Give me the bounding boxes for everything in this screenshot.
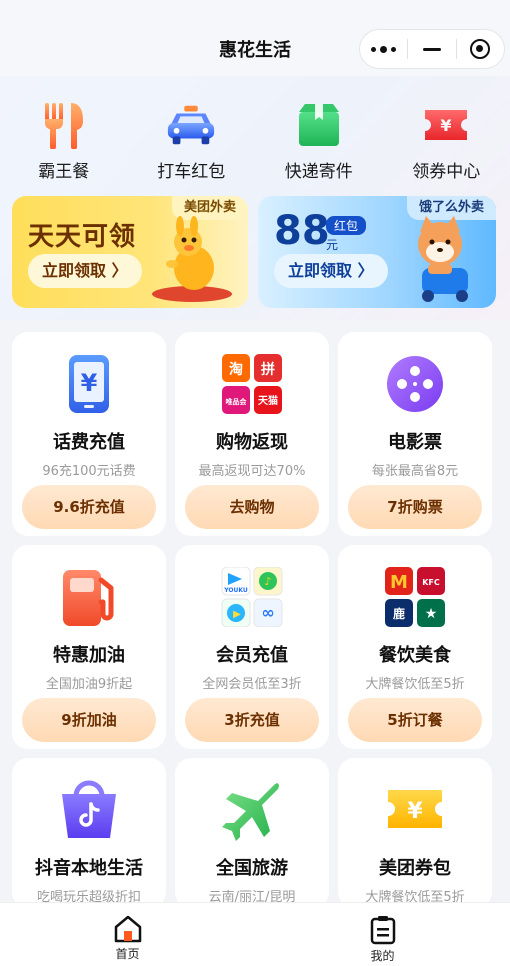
- close-target-icon: [470, 39, 491, 59]
- video-apps-icon: YOUKU ♪ ▶ ∞: [220, 565, 284, 629]
- tencentvideo-text: ▶: [233, 609, 241, 620]
- taobao-text: 淘: [229, 361, 243, 378]
- quick-item-coupon[interactable]: ¥ 领券中心: [383, 100, 510, 190]
- card-meituan-coupons[interactable]: ¥ 美团券包 大牌餐饮低至5折: [338, 758, 492, 908]
- quick-item-taxi[interactable]: 打车红包: [128, 100, 256, 190]
- taxi-icon: [165, 100, 217, 150]
- qqmusic-text: ♪: [264, 575, 271, 588]
- quick-entries: 霸王餐 打车红包 快递寄件 ¥ 领券中心: [0, 100, 510, 190]
- card-title: 美团券包: [379, 858, 451, 879]
- quick-label: 快递寄件: [284, 162, 353, 182]
- card-subtitle: 最高返现可达70%: [198, 464, 306, 479]
- vip-text: 唯品会: [226, 397, 248, 406]
- card-action-button[interactable]: 3折充值: [185, 698, 319, 742]
- card-fuel-discount[interactable]: 特惠加油 全国加油9折起 9折加油: [12, 545, 166, 749]
- youku-text: YOUKU: [223, 587, 248, 594]
- card-action-button[interactable]: 9折加油: [22, 698, 156, 742]
- restaurant-brands-icon: M KFC 鹿 ★: [383, 565, 447, 629]
- coupon-ticket-icon: ¥: [420, 100, 472, 150]
- redpacket-amount: 88: [274, 208, 330, 254]
- meituan-banner[interactable]: 美团外卖 天天可领 立即领取 〉: [12, 196, 248, 308]
- card-title: 抖音本地生活: [35, 858, 143, 879]
- service-grid: ¥ 话费充值 96充100元话费 9.6折充值 淘 拼 唯品会 天猫 购物返现 …: [12, 332, 493, 908]
- card-dining[interactable]: M KFC 鹿 ★ 餐饮美食 大牌餐饮低至5折 5折订餐: [338, 545, 492, 749]
- minimize-button[interactable]: [408, 30, 455, 68]
- phone-yuan-icon: ¥: [57, 352, 121, 416]
- fork-knife-icon: [38, 100, 90, 150]
- yuan-ticket-icon: ¥: [383, 778, 447, 842]
- card-title: 全国旅游: [216, 858, 288, 879]
- quick-label: 领券中心: [412, 162, 481, 182]
- mcdonalds-text: M: [390, 572, 408, 593]
- ruixing-text: 鹿: [393, 606, 405, 621]
- card-title: 特惠加油: [53, 645, 125, 666]
- card-action-button[interactable]: 5折订餐: [348, 698, 482, 742]
- card-title: 话费充值: [53, 432, 125, 453]
- card-douyin-local[interactable]: 抖音本地生活 吃喝玩乐超级折扣: [12, 758, 166, 908]
- card-subtitle: 大牌餐饮低至5折: [365, 677, 465, 692]
- card-action-button[interactable]: 7折购票: [348, 485, 482, 529]
- quick-label: 霸王餐: [38, 162, 90, 182]
- eleme-claim-button[interactable]: 立即领取 〉: [274, 254, 388, 288]
- tab-home[interactable]: 首页: [0, 903, 255, 966]
- eleme-banner[interactable]: 饿了么外卖 88 红包 元 立即领取 〉: [258, 196, 496, 308]
- tab-label: 首页: [115, 947, 140, 961]
- svg-text:¥: ¥: [407, 799, 423, 824]
- airplane-icon: [220, 778, 284, 842]
- more-dots-icon: [371, 45, 397, 53]
- quick-item-express[interactable]: 快递寄件: [255, 100, 383, 190]
- card-subtitle: 全网会员低至3折: [202, 677, 302, 692]
- card-title: 购物返现: [216, 432, 288, 453]
- tab-mine[interactable]: 我的: [255, 903, 510, 966]
- card-movie-ticket[interactable]: 电影票 每张最高省8元 7折购票: [338, 332, 492, 536]
- douyin-bag-icon: [57, 778, 121, 842]
- bottom-tabbar: 首页 我的: [0, 902, 510, 966]
- card-title: 电影票: [388, 432, 442, 453]
- shopping-apps-icon: 淘 拼 唯品会 天猫: [220, 352, 284, 416]
- quick-item-bawangcan[interactable]: 霸王餐: [0, 100, 128, 190]
- starbucks-text: ★: [425, 606, 438, 622]
- miniprogram-capsule: [359, 29, 505, 69]
- close-button[interactable]: [457, 30, 504, 68]
- nav-header: 惠花生活: [0, 0, 510, 76]
- card-action-button[interactable]: 9.6折充值: [22, 485, 156, 529]
- meituan-claim-button[interactable]: 立即领取 〉: [28, 254, 142, 288]
- kfc-text: KFC: [422, 578, 440, 587]
- quick-label: 打车红包: [157, 162, 226, 182]
- tab-label: 我的: [370, 949, 395, 963]
- svg-text:¥: ¥: [441, 116, 452, 135]
- card-title: 餐饮美食: [379, 645, 451, 666]
- minimize-icon: [422, 47, 441, 51]
- banner-headline: 天天可领: [28, 222, 137, 252]
- gas-pump-icon: [57, 565, 121, 629]
- baidupan-text: ∞: [261, 603, 274, 622]
- card-subtitle: 96充100元话费: [42, 464, 136, 479]
- film-reel-icon: [383, 352, 447, 416]
- card-phone-recharge[interactable]: ¥ 话费充值 96充100元话费 9.6折充值: [12, 332, 166, 536]
- clipboard-icon: [370, 916, 395, 945]
- card-membership[interactable]: YOUKU ♪ ▶ ∞ 会员充值 全网会员低至3折 3折充值: [175, 545, 329, 749]
- more-button[interactable]: [360, 30, 407, 68]
- parcel-box-icon: [293, 100, 345, 150]
- kangaroo-mascot-icon: [152, 216, 232, 302]
- redpacket-badge: 红包: [326, 216, 367, 235]
- card-action-button[interactable]: 去购物: [185, 485, 319, 529]
- shiba-mascot-icon: [418, 216, 468, 302]
- tmall-text: 天猫: [258, 394, 278, 407]
- svg-text:¥: ¥: [81, 369, 98, 397]
- card-subtitle: 每张最高省8元: [371, 464, 459, 479]
- home-icon: [114, 915, 141, 943]
- card-shopping-cashback[interactable]: 淘 拼 唯品会 天猫 购物返现 最高返现可达70% 去购物: [175, 332, 329, 536]
- card-travel[interactable]: 全国旅游 云南/丽江/昆明: [175, 758, 329, 908]
- card-title: 会员充值: [216, 645, 288, 666]
- pinduoduo-text: 拼: [261, 361, 275, 378]
- card-subtitle: 全国加油9折起: [45, 677, 133, 692]
- amount-unit: 元: [326, 238, 339, 252]
